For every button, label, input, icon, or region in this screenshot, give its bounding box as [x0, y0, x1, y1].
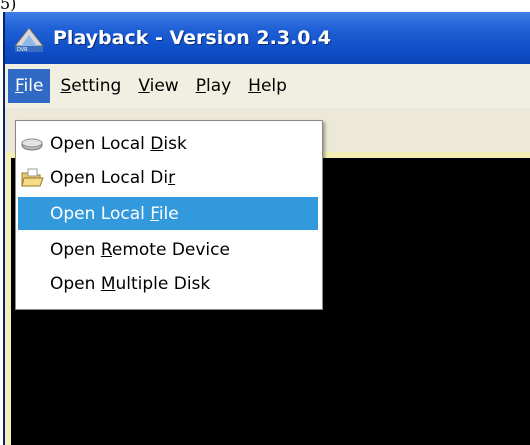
- label-part: ile: [158, 203, 179, 224]
- label-key: F: [150, 203, 159, 224]
- disk-drive-icon: [18, 132, 46, 156]
- menu-file[interactable]: File: [8, 69, 51, 103]
- app-icon: DVR: [13, 27, 45, 53]
- menu-icon-slot: [18, 202, 46, 226]
- frame-left-edge: [5, 152, 11, 445]
- menu-play-label: lay: [205, 76, 232, 96]
- menu-item-open-remote-device[interactable]: Open Remote Device: [18, 233, 318, 266]
- menu-item-label: Open Local Disk: [46, 134, 187, 154]
- menu-item-label: Open Local Dir: [46, 168, 175, 188]
- label-part: ultiple Disk: [115, 273, 211, 294]
- menu-bar: File Setting View Play Help: [5, 64, 530, 109]
- menu-item-label: Open Remote Device: [46, 240, 230, 260]
- menu-help[interactable]: Help: [241, 69, 294, 103]
- file-menu-dropdown: Open Local Disk Open Local Dir Open Loca…: [15, 120, 323, 310]
- label-part: Open Local: [50, 203, 151, 224]
- label-part: Open Local: [50, 133, 151, 154]
- svg-text:DVR: DVR: [17, 47, 28, 53]
- menu-view-label: iew: [149, 76, 179, 96]
- label-key: M: [100, 273, 116, 294]
- menu-item-label: Open Multiple Disk: [46, 274, 210, 294]
- label-key: r: [168, 167, 176, 188]
- menu-help-key: H: [248, 76, 261, 96]
- menu-setting[interactable]: Setting: [53, 69, 128, 103]
- label-part: Open: [50, 239, 101, 260]
- label-key: D: [150, 133, 164, 154]
- playback-window: DVR Playback - Version 2.3.0.4 File Sett…: [3, 12, 530, 445]
- menu-file-key: F: [15, 76, 24, 96]
- open-folder-icon: [18, 166, 46, 190]
- menu-setting-label: etting: [71, 76, 122, 96]
- menu-view-key: V: [138, 76, 150, 96]
- menu-setting-key: S: [60, 76, 72, 96]
- window-title: Playback - Version 2.3.0.4: [53, 27, 331, 49]
- menu-icon-slot: [18, 272, 46, 296]
- label-key: R: [100, 239, 112, 260]
- menu-play[interactable]: Play: [189, 69, 238, 103]
- menu-file-label: ile: [23, 76, 44, 96]
- menu-item-open-multiple-disk[interactable]: Open Multiple Disk: [18, 267, 318, 300]
- menu-help-label: elp: [260, 76, 287, 96]
- label-part: emote Device: [111, 239, 230, 260]
- menu-icon-slot: [18, 238, 46, 262]
- menu-play-key: P: [195, 76, 206, 96]
- label-part: isk: [163, 133, 187, 154]
- menu-item-open-local-dir[interactable]: Open Local Dir: [18, 161, 318, 194]
- title-bar[interactable]: DVR Playback - Version 2.3.0.4: [5, 12, 530, 64]
- label-part: Open Local Di: [50, 167, 169, 188]
- menu-item-label: Open Local File: [46, 204, 179, 224]
- menu-view[interactable]: View: [131, 69, 185, 103]
- menu-item-open-local-file[interactable]: Open Local File: [18, 197, 318, 230]
- label-part: Open: [50, 273, 101, 294]
- menu-item-open-local-disk[interactable]: Open Local Disk: [18, 127, 318, 160]
